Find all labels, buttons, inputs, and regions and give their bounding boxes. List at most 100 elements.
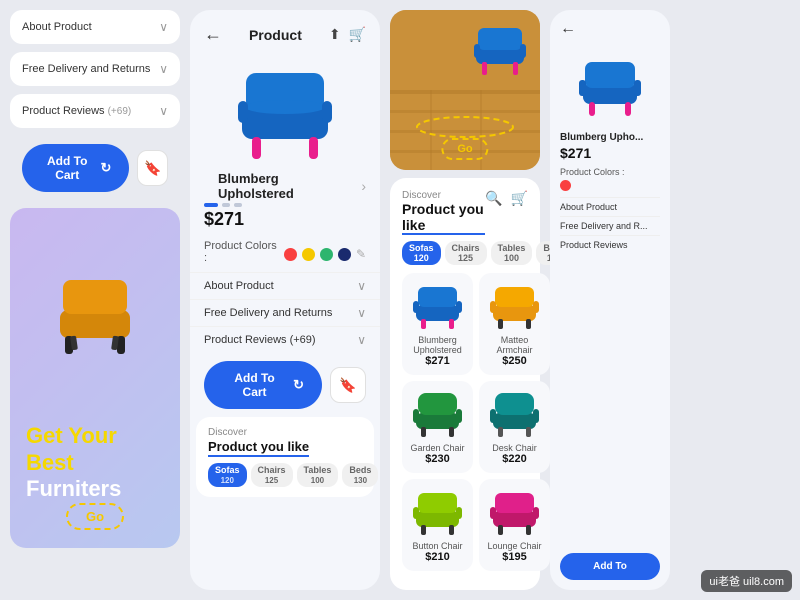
cart-row: Add To Cart ↻ 🔖 <box>10 136 180 200</box>
tab-tables-full[interactable]: Tables 100 <box>491 241 533 265</box>
product-grid: Blumberg Upholstered $271 Matteo Armchai… <box>402 273 528 571</box>
promo-banner: Get Your Best Furniters Go <box>10 208 180 548</box>
page-title: Product <box>249 27 302 43</box>
ar-chair-image <box>470 22 530 77</box>
add-to-cart-label: Add To Cart <box>222 371 287 399</box>
accordion-delivery[interactable]: Free Delivery and Returns ∨ <box>190 299 380 326</box>
colors-label: Product Colors : <box>204 240 279 264</box>
product-price-green: $230 <box>425 453 449 465</box>
add-to-cart-button[interactable]: Add To Cart ↻ <box>22 144 129 192</box>
accordion-about[interactable]: About Product ∨ <box>190 272 380 299</box>
discover-mini-title: Product you like <box>208 439 309 457</box>
accordion-about-partial[interactable]: About Product <box>560 197 660 216</box>
discover-header: Discover Product you like 🔍 🛒 <box>402 190 528 235</box>
product-name-blue: Blumberg Upholstered <box>410 335 465 355</box>
product-name-green: Garden Chair <box>410 443 464 453</box>
tab-chairs[interactable]: Chairs 125 <box>251 463 293 487</box>
accordion-delivery[interactable]: Free Delivery and Returns ∨ <box>10 52 180 86</box>
colors-section: Product Colors : ✎ <box>190 236 380 272</box>
product-name-pink: Lounge Chair <box>487 541 541 551</box>
accordion-about[interactable]: About Product ∨ <box>10 10 180 44</box>
accordion-reviews[interactable]: Product Reviews (+69) ∨ <box>10 94 180 128</box>
go-badge[interactable]: Go <box>66 503 124 530</box>
discover-panel: Discover Product you like 🔍 🛒 Sofas 120 … <box>390 178 540 590</box>
add-to-cart-button-2[interactable]: Add To Cart ↻ <box>204 361 322 409</box>
back-button[interactable]: ← <box>204 24 222 45</box>
search-icon[interactable]: 🔍 <box>485 190 502 207</box>
watermark: ui老爸 uil8.com <box>701 570 792 592</box>
product-detail-header: ← Product ⬆ 🛒 <box>190 10 380 51</box>
product-img-blue <box>410 281 465 331</box>
share-icon[interactable]: ⬆ <box>329 26 341 43</box>
tab-tables[interactable]: Tables 100 <box>297 463 339 487</box>
tab-sofas-full[interactable]: Sofas 120 <box>402 241 441 265</box>
product-price-lime: $210 <box>425 551 449 563</box>
panel-partial: ← Blumberg Upho... $271 Product Colors :… <box>550 10 670 590</box>
discover-tabs-full: Sofas 120 Chairs 125 Tables 100 Beds 130 <box>402 241 528 265</box>
cart-row-2: Add To Cart ↻ 🔖 <box>190 353 380 417</box>
header-actions: ⬆ 🛒 <box>329 26 366 43</box>
edit-icon[interactable]: ✎ <box>356 247 366 261</box>
tab-chairs-full[interactable]: Chairs 125 <box>445 241 487 265</box>
product-name-partial: Blumberg Upho... <box>560 132 660 143</box>
chevron-down-icon: ∨ <box>159 62 168 76</box>
colors-label-partial: Product Colors : <box>560 167 660 177</box>
product-img-yellow <box>487 281 542 331</box>
product-price-yellow: $250 <box>502 355 526 367</box>
discover-mini: Discover Product you like Sofas 120 Chai… <box>196 417 374 497</box>
chevron-down-icon: ∨ <box>159 104 168 118</box>
ar-dashed-oval <box>415 115 515 140</box>
product-card-blue[interactable]: Blumberg Upholstered $271 <box>402 273 473 375</box>
color-red[interactable] <box>284 248 297 261</box>
bookmark-icon: 🔖 <box>339 377 356 394</box>
bookmark-button-2[interactable]: 🔖 <box>330 367 366 403</box>
accordion-reviews[interactable]: Product Reviews (+69) ∨ <box>190 326 380 353</box>
color-red-partial[interactable] <box>560 180 571 191</box>
chevron-down-icon: ∨ <box>357 306 366 320</box>
accordion-label: Free Delivery and Returns <box>204 307 332 319</box>
color-yellow[interactable] <box>302 248 315 261</box>
product-price-partial: $271 <box>560 145 660 161</box>
product-image-area <box>190 51 380 171</box>
back-button-partial[interactable]: ← <box>560 20 660 38</box>
discover-actions: 🔍 🛒 <box>485 190 528 207</box>
accordion-delivery-partial[interactable]: Free Delivery and R... <box>560 216 660 235</box>
cart-icon[interactable]: 🛒 <box>511 190 528 207</box>
discover-titles: Discover Product you like <box>402 190 485 235</box>
promo-subtitle: Furniters <box>26 476 164 502</box>
product-img-teal <box>487 389 542 439</box>
product-name-lime: Button Chair <box>412 541 462 551</box>
add-to-cart-label: Add To Cart <box>40 154 94 182</box>
panel-product-detail: ← Product ⬆ 🛒 Blumberg Upholstered › <box>190 10 380 590</box>
next-icon[interactable]: › <box>361 178 366 194</box>
product-price-pink: $195 <box>502 551 526 563</box>
cart-icon[interactable]: 🛒 <box>349 26 366 43</box>
discover-label: Discover <box>402 190 485 201</box>
product-card-lime[interactable]: Button Chair $210 <box>402 479 473 571</box>
color-navy[interactable] <box>338 248 351 261</box>
product-name: Blumberg Upholstered <box>204 171 361 201</box>
chevron-down-icon: ∨ <box>159 20 168 34</box>
product-name-teal: Desk Chair <box>492 443 537 453</box>
add-to-cart-label-partial: Add To <box>593 561 627 572</box>
product-card-pink[interactable]: Lounge Chair $195 <box>479 479 550 571</box>
product-card-green[interactable]: Garden Chair $230 <box>402 381 473 473</box>
color-green[interactable] <box>320 248 333 261</box>
discover-title: Product you like <box>402 201 485 235</box>
accordion-reviews-partial[interactable]: Product Reviews <box>560 235 660 254</box>
add-to-cart-button-partial[interactable]: Add To <box>560 553 660 580</box>
tab-sofas[interactable]: Sofas 120 <box>208 463 247 487</box>
panel-ar-discover: Go Discover Product you like 🔍 🛒 Sofas 1… <box>390 10 540 590</box>
bookmark-button[interactable]: 🔖 <box>137 150 168 186</box>
product-card-teal[interactable]: Desk Chair $220 <box>479 381 550 473</box>
product-card-yellow[interactable]: Matteo Armchair $250 <box>479 273 550 375</box>
bookmark-icon: 🔖 <box>144 160 161 177</box>
refresh-icon: ↻ <box>100 160 111 176</box>
product-image-partial <box>560 46 660 126</box>
tab-beds[interactable]: Beds 130 <box>342 463 378 487</box>
chair-image <box>45 268 145 358</box>
product-price-blue: $271 <box>425 355 449 367</box>
discover-tabs: Sofas 120 Chairs 125 Tables 100 Beds 130 <box>208 463 362 487</box>
ar-go-badge[interactable]: Go <box>441 138 488 160</box>
color-options <box>284 248 351 261</box>
